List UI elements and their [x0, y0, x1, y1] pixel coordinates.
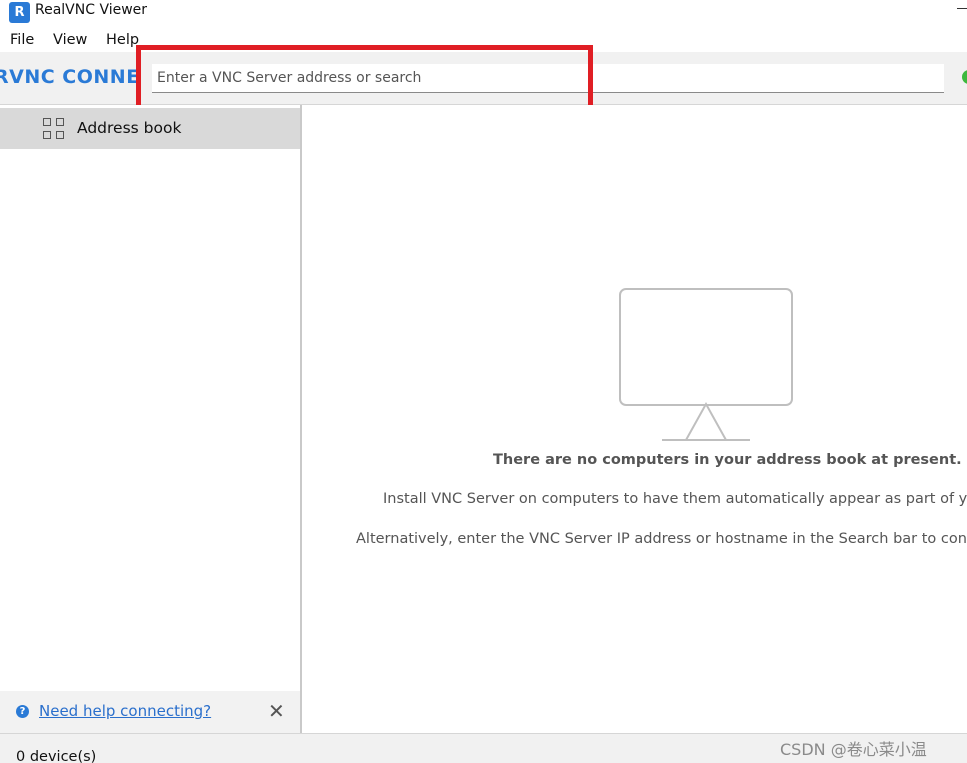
logo-text: RVNC CONNECT	[0, 66, 138, 88]
status-indicator-icon	[962, 70, 967, 84]
sidebar: Address book ? Need help connecting? ✕	[0, 105, 302, 733]
toolbar: RVNC CONNECT	[0, 52, 967, 105]
search-input[interactable]	[152, 64, 944, 92]
minimize-icon[interactable]	[957, 8, 967, 9]
help-icon: ?	[16, 705, 29, 718]
close-icon[interactable]: ✕	[268, 699, 285, 723]
main-panel: There are no computers in your address b…	[302, 105, 967, 733]
menu-file[interactable]: File	[10, 32, 34, 48]
menu-help[interactable]: Help	[106, 32, 139, 48]
device-count: 0 device(s)	[16, 749, 97, 763]
vnc-connect-logo: RVNC CONNECT	[0, 66, 138, 88]
help-bar: ? Need help connecting? ✕	[0, 691, 300, 733]
menu-view[interactable]: View	[53, 32, 87, 48]
status-bar: 0 device(s) CSDN @卷心菜小温	[0, 733, 967, 763]
search-field[interactable]	[152, 64, 944, 93]
sidebar-item-label: Address book	[77, 119, 182, 137]
realvnc-viewer-window: R RealVNC Viewer File View Help RVNC CON…	[0, 0, 967, 763]
watermark: CSDN @卷心菜小温	[780, 740, 927, 759]
empty-state-line-1: Install VNC Server on computers to have …	[383, 491, 967, 507]
empty-state-title: There are no computers in your address b…	[493, 452, 962, 468]
grid-icon	[43, 118, 65, 140]
empty-state-line-2: Alternatively, enter the VNC Server IP a…	[356, 531, 967, 547]
title-bar: R RealVNC Viewer	[0, 0, 967, 24]
window-title: RealVNC Viewer	[35, 2, 148, 18]
realvnc-app-icon: R	[9, 2, 30, 23]
monitor-icon	[619, 288, 793, 441]
need-help-link[interactable]: Need help connecting?	[39, 702, 211, 720]
sidebar-item-address-book[interactable]: Address book	[0, 108, 300, 149]
menu-bar: File View Help	[0, 29, 967, 53]
